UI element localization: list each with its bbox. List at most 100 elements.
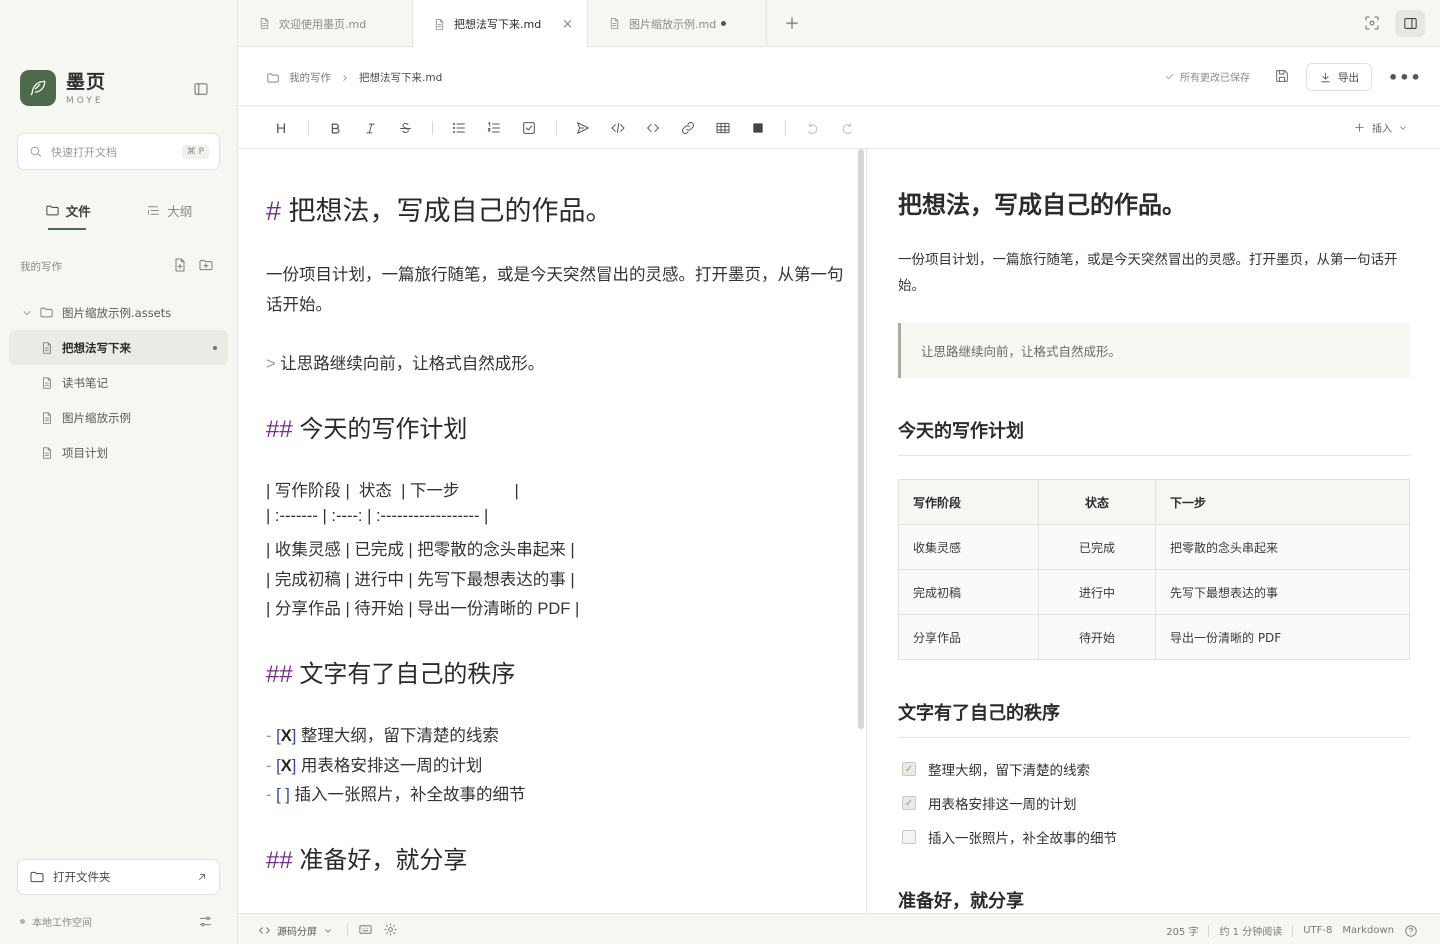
link-icon[interactable]: [678, 118, 698, 138]
active-tab-indicator: [48, 228, 86, 230]
editor-table-line[interactable]: | 完成初稿 | 进行中 | 先写下最想表达的事 |: [266, 566, 575, 590]
modified-dot: [721, 21, 726, 26]
table-header: 状态: [1038, 479, 1156, 525]
markdown-mark: #: [266, 196, 282, 226]
bold-icon[interactable]: [325, 118, 345, 138]
workspace-label: 本地工作空间: [32, 918, 92, 929]
quick-open-search[interactable]: 快速打开文档 ⌘ P: [17, 133, 220, 170]
editor-task-line[interactable]: - [X] 用表格安排这一周的计划: [266, 752, 482, 776]
status-bar: 源码分屏 205 字 约 1 分钟阅读 UTF-8 Markdown: [238, 913, 1440, 944]
toolbar-divider: [308, 121, 309, 135]
undo-icon[interactable]: [802, 118, 822, 138]
table-icon[interactable]: [713, 118, 733, 138]
tree-folder-assets[interactable]: 图片缩放示例.assets: [9, 295, 228, 330]
editor-h2[interactable]: ## 准备好，就分享: [266, 840, 467, 875]
insert-menu-button[interactable]: 插入: [1353, 120, 1408, 135]
save-status-text: 所有更改已保存: [1180, 73, 1250, 84]
editor-h1[interactable]: # 把想法，写成自己的作品。: [266, 189, 613, 228]
table-cell: 先写下最想表达的事: [1155, 569, 1410, 615]
app-name: 墨页: [66, 70, 107, 93]
settings-sliders-icon[interactable]: [198, 914, 213, 929]
table-cell: 已完成: [1038, 524, 1156, 570]
status-dot: [20, 919, 25, 924]
editor-table-line[interactable]: | :------- | :----: | :-----------------…: [266, 507, 488, 526]
export-button[interactable]: 导出: [1306, 63, 1372, 91]
keyboard-icon[interactable]: [358, 922, 373, 937]
source-editor[interactable]: # 把想法，写成自己的作品。 一份项目计划，一篇旅行随笔，或是今天突然冒出的灵感…: [238, 149, 867, 913]
tree-file[interactable]: 读书笔记: [9, 365, 228, 400]
table-cell: 导出一份清晰的 PDF: [1155, 614, 1410, 660]
tab-files[interactable]: 文件: [17, 190, 119, 230]
file-icon: [40, 446, 54, 460]
new-folder-icon[interactable]: [198, 257, 214, 273]
editor-h2[interactable]: ## 今天的写作计划: [266, 409, 467, 444]
close-icon[interactable]: ×: [562, 17, 573, 32]
editor-scrollbar[interactable]: [858, 149, 864, 729]
check-icon: [1164, 71, 1175, 82]
tab-outline[interactable]: 大纲: [119, 190, 221, 230]
checkbox-checked[interactable]: ✓: [902, 762, 916, 776]
brand: 墨页 MOYE: [20, 70, 106, 106]
editor-paragraph-line[interactable]: 一份项目计划，一篇旅行随笔，或是今天突然冒出的灵感。打开墨页，从第一句: [266, 261, 844, 285]
section-actions: [172, 257, 214, 273]
bullet-list-icon[interactable]: [449, 118, 469, 138]
split-view-icon[interactable]: [1395, 10, 1425, 37]
view-mode-selector[interactable]: 源码分屏: [258, 923, 333, 938]
tree-file-active[interactable]: 把想法写下来: [9, 330, 228, 365]
code-icon: [258, 924, 271, 937]
numbered-list-icon[interactable]: [484, 118, 504, 138]
focus-mode-icon[interactable]: [1363, 14, 1381, 32]
editor-table-line[interactable]: | 写作阶段 | 状态 | 下一步 |: [266, 477, 519, 501]
feather-logo-icon: [20, 70, 56, 106]
table-header-row: 写作阶段 状态 下一步: [898, 479, 1410, 525]
more-menu-icon[interactable]: •••: [1388, 68, 1422, 87]
tab-files-label: 文件: [65, 203, 91, 219]
editor-h2[interactable]: ## 文字有了自己的秩序: [266, 654, 515, 689]
table-header: 写作阶段: [898, 479, 1039, 525]
editor-task-line[interactable]: - [ ] 插入一张照片，补全故事的细节: [266, 781, 525, 805]
app-subtitle: MOYE: [66, 95, 104, 106]
tab-active[interactable]: 把想法写下来.md ×: [413, 0, 588, 48]
tree-file[interactable]: 图片缩放示例: [9, 400, 228, 435]
new-file-icon[interactable]: [172, 257, 188, 273]
editor-h2-text: 文字有了自己的秩序: [299, 661, 516, 688]
editor-quote[interactable]: > 让思路继续向前，让格式自然成形。: [266, 350, 544, 374]
preview-h1: 把想法，写成自己的作品。: [898, 192, 1186, 219]
breadcrumb-root[interactable]: 我的写作: [289, 70, 331, 85]
heading-button[interactable]: H: [271, 118, 291, 138]
tree-item-label: 读书笔记: [62, 375, 108, 390]
help-icon[interactable]: [1404, 924, 1418, 938]
search-placeholder[interactable]: 快速打开文档: [51, 144, 182, 160]
format-toolbar: H 插入: [238, 107, 1440, 149]
new-tab-plus-icon[interactable]: [783, 14, 801, 32]
chevron-down-icon[interactable]: [21, 307, 33, 319]
code-block-icon[interactable]: [608, 118, 628, 138]
checkbox-checked[interactable]: ✓: [902, 796, 916, 810]
status-info: 205 字 约 1 分钟阅读 UTF-8 Markdown: [1166, 923, 1418, 938]
editor-paragraph-line[interactable]: 话开始。: [266, 291, 332, 315]
editor-task-line[interactable]: - [X] 整理大纲，留下清楚的线索: [266, 722, 499, 746]
italic-icon[interactable]: [360, 118, 380, 138]
checkbox-unchecked[interactable]: [902, 830, 916, 844]
tab-image-scale[interactable]: 图片缩放示例.md: [588, 0, 767, 47]
tab-label: 图片缩放示例.md: [629, 17, 717, 31]
send-icon[interactable]: [573, 118, 593, 138]
redo-icon[interactable]: [837, 118, 857, 138]
file-icon: [40, 376, 54, 390]
editor-table-line[interactable]: | 分享作品 | 待开始 | 导出一份清晰的 PDF |: [266, 595, 579, 619]
image-block-icon[interactable]: [748, 118, 768, 138]
save-disk-icon[interactable]: [1274, 68, 1290, 84]
task-list-icon[interactable]: [519, 118, 539, 138]
task-mark: [X]: [276, 757, 297, 775]
open-folder-button[interactable]: 打开文件夹: [17, 859, 220, 895]
tab-welcome[interactable]: 欢迎使用墨页.md: [238, 0, 413, 47]
encoding[interactable]: UTF-8: [1303, 925, 1332, 936]
editor-table-line[interactable]: | 收集灵感 | 已完成 | 把零散的念头串起来 |: [266, 536, 575, 560]
theme-sun-icon[interactable]: [383, 922, 398, 937]
strikethrough-icon[interactable]: [395, 118, 415, 138]
language-mode[interactable]: Markdown: [1342, 925, 1394, 936]
sidebar-collapse-icon[interactable]: [192, 80, 210, 98]
inline-code-icon[interactable]: [643, 118, 663, 138]
tree-file[interactable]: 项目计划: [9, 435, 228, 470]
section-label: 我的写作: [20, 261, 62, 273]
